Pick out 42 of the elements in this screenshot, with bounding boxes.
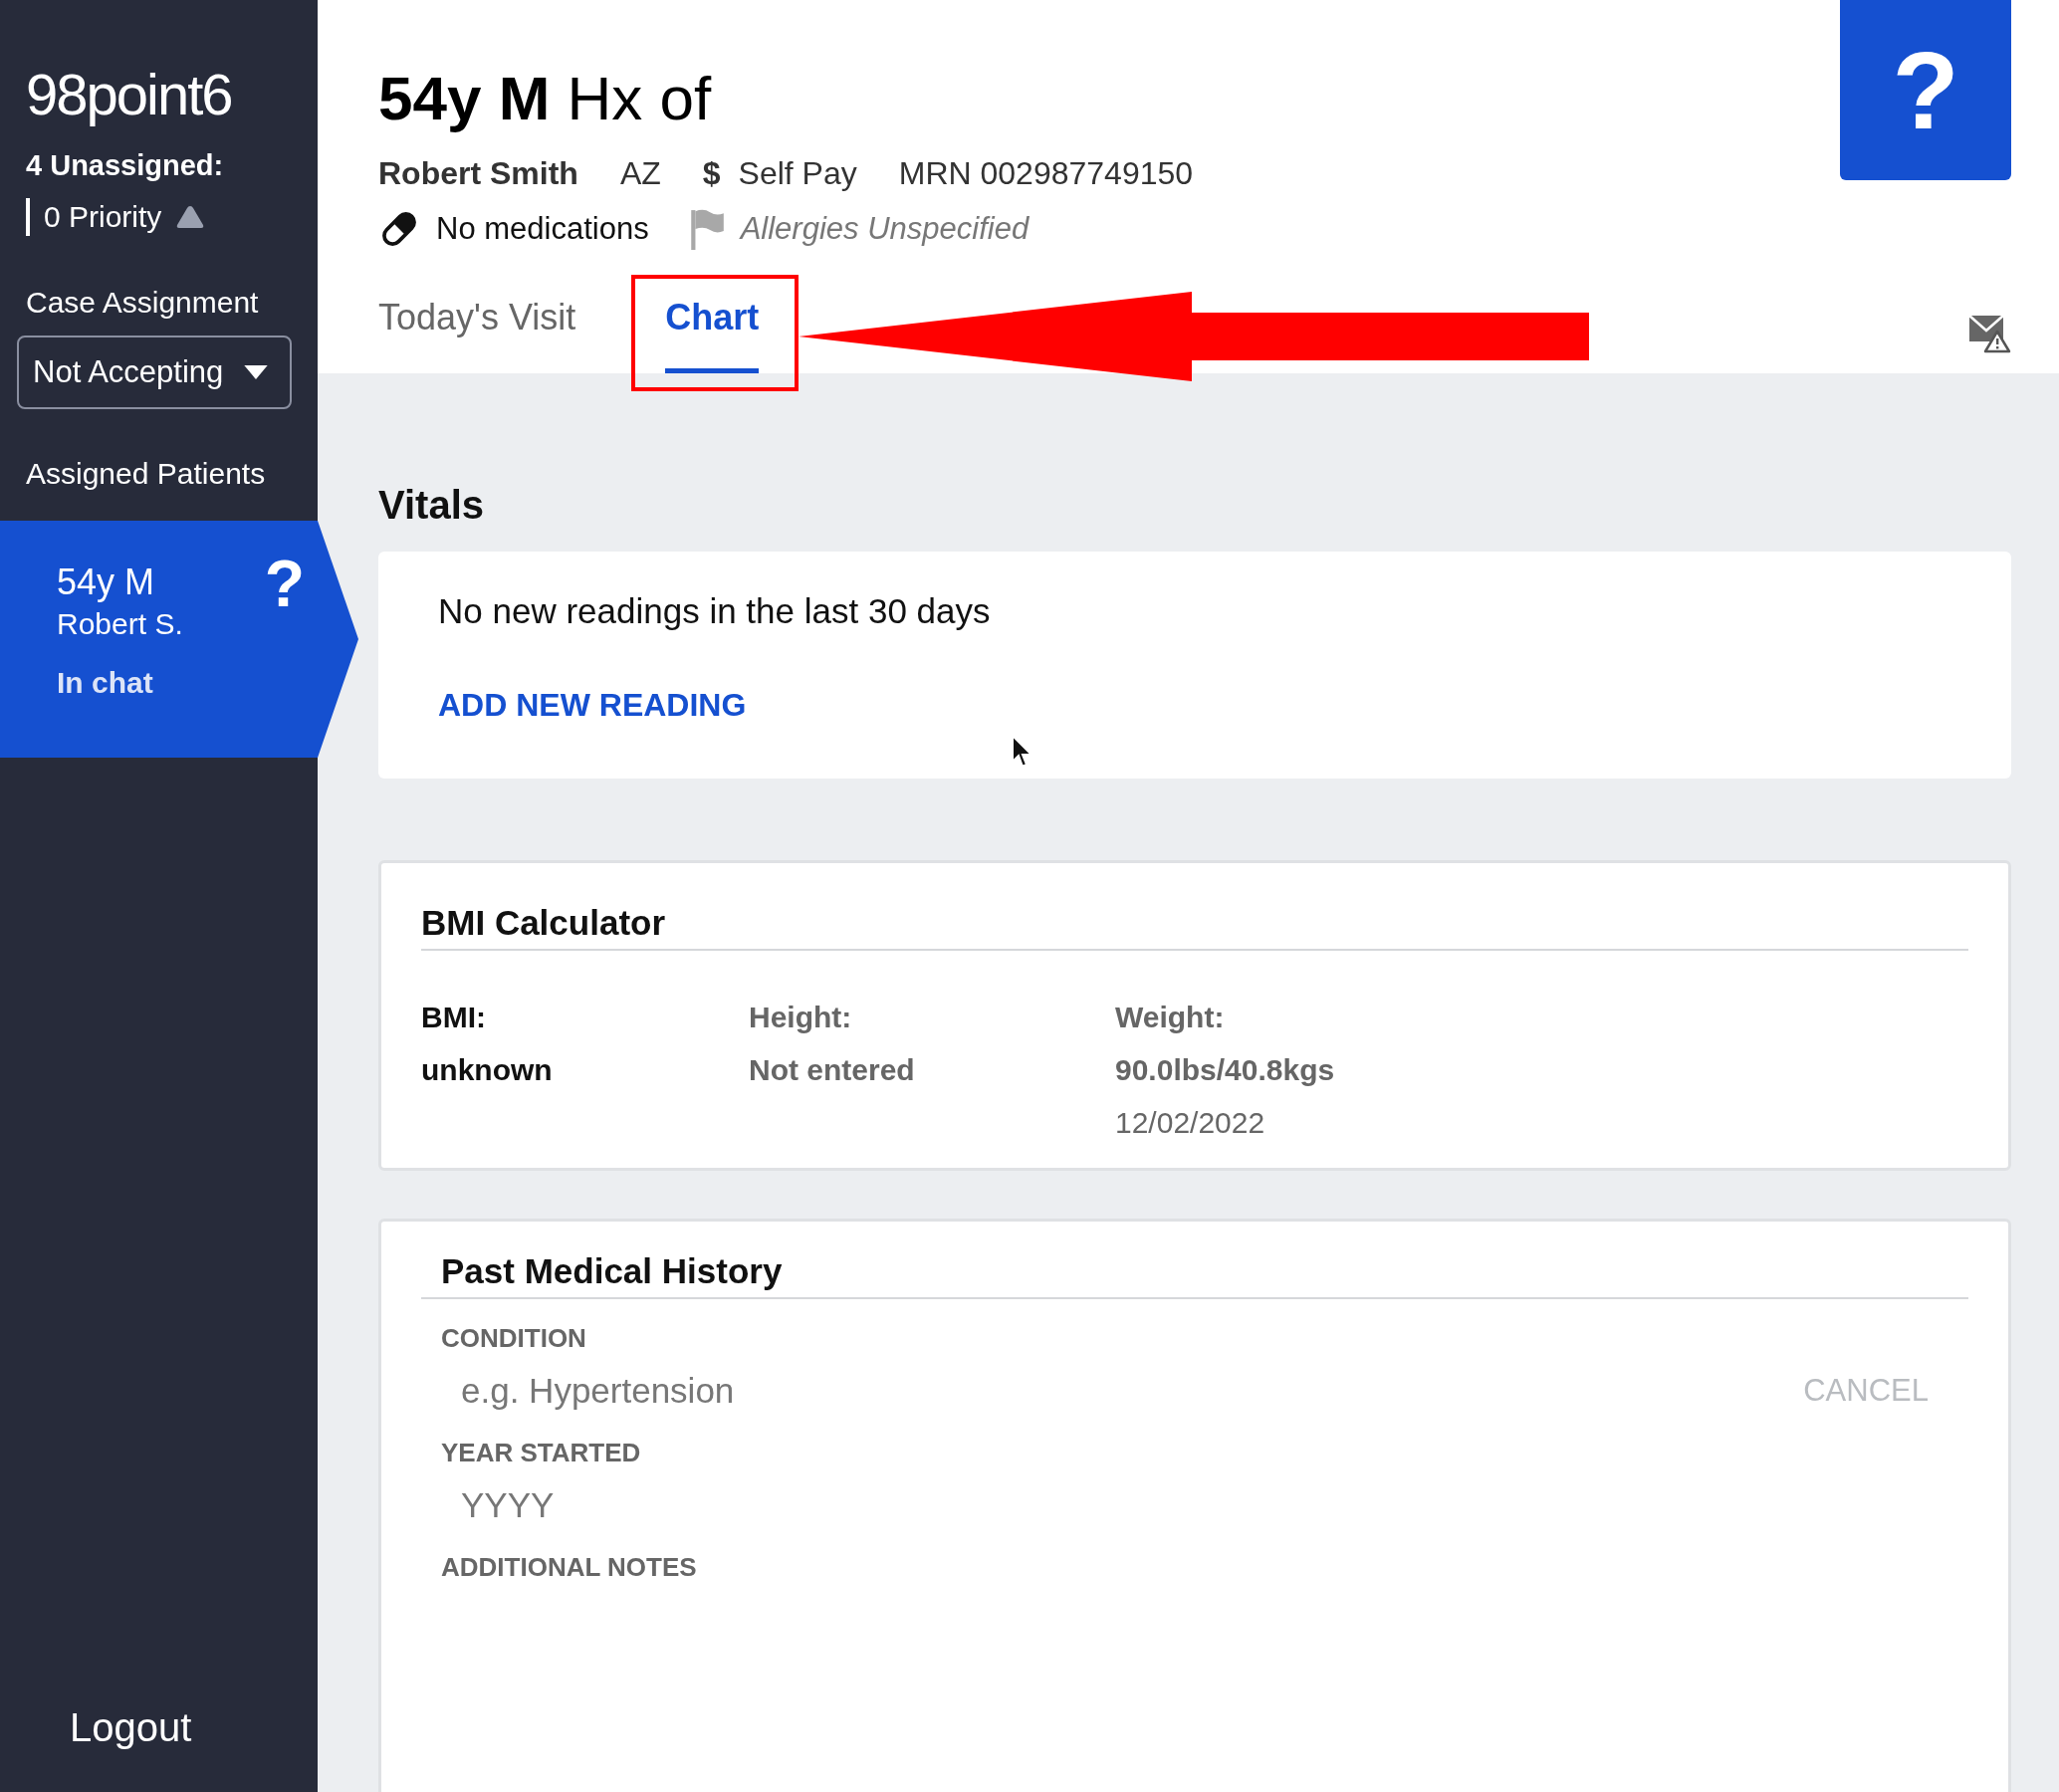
add-reading-link[interactable]: ADD NEW READING xyxy=(438,687,747,724)
bmi-field-value: 12/02/2022 xyxy=(1115,1105,1266,1141)
patient-title: 54y M Hx of xyxy=(378,64,713,133)
bmi-field-label: Height: xyxy=(749,1000,853,1035)
vitals-heading: Vitals xyxy=(378,483,485,528)
divider-bar xyxy=(26,198,30,236)
case-assignment-dropdown[interactable]: Not Accepting xyxy=(17,336,292,409)
additional-notes-label: ADDITIONAL NOTES xyxy=(441,1552,698,1583)
caret-icon xyxy=(244,365,268,379)
patient-state: AZ xyxy=(619,155,661,192)
tab[interactable]: Today's Visit xyxy=(378,297,576,373)
unassigned-count: 4 Unassigned: xyxy=(26,149,225,182)
year-started-label: YEAR STARTED xyxy=(441,1438,642,1468)
payment-type: Self Pay xyxy=(738,155,857,192)
mrn-number: MRN 002987749150 xyxy=(898,155,1194,192)
question-mark: ? xyxy=(264,549,306,618)
logo: 98point6 xyxy=(26,61,233,128)
flag-icon xyxy=(688,208,725,250)
assigned-patients-heading: Assigned Patients xyxy=(26,457,267,491)
case-assignment-label: Case Assignment xyxy=(26,286,260,320)
dollar-sign: $ xyxy=(702,155,721,192)
bmi-field-value: 90.0lbs/40.8kgs xyxy=(1115,1052,1336,1088)
tab[interactable]: Chart xyxy=(665,297,760,373)
bmi-field-label: Weight: xyxy=(1115,1000,1226,1035)
medical-history-heading: Past Medical History xyxy=(421,1251,1968,1299)
priority-count: 0 Priority xyxy=(44,200,162,234)
patient-name: Robert S. xyxy=(57,606,183,642)
patient-status: In chat xyxy=(57,666,154,700)
help-button[interactable]: ? xyxy=(1840,0,2011,180)
patient-age-sex: 54y M xyxy=(57,560,156,604)
medications-status: No medications xyxy=(436,211,649,247)
vitals-message: No new readings in the last 30 days xyxy=(438,591,992,631)
bmi-heading: BMI Calculator xyxy=(421,903,1968,951)
condition-label: CONDITION xyxy=(441,1323,587,1354)
bmi-field-value: Not entered xyxy=(749,1052,916,1088)
allergies-status: Allergies Unspecified xyxy=(740,211,1030,247)
logout-button[interactable]: Logout xyxy=(70,1705,192,1750)
bmi-field-value: unknown xyxy=(421,1052,554,1088)
bmi-field-label: BMI: xyxy=(421,1000,487,1035)
triangle-icon xyxy=(175,204,206,230)
patient-name: Robert Smith xyxy=(378,155,578,192)
patient-card[interactable]: 54y M Robert S. In chat ? xyxy=(0,521,358,758)
